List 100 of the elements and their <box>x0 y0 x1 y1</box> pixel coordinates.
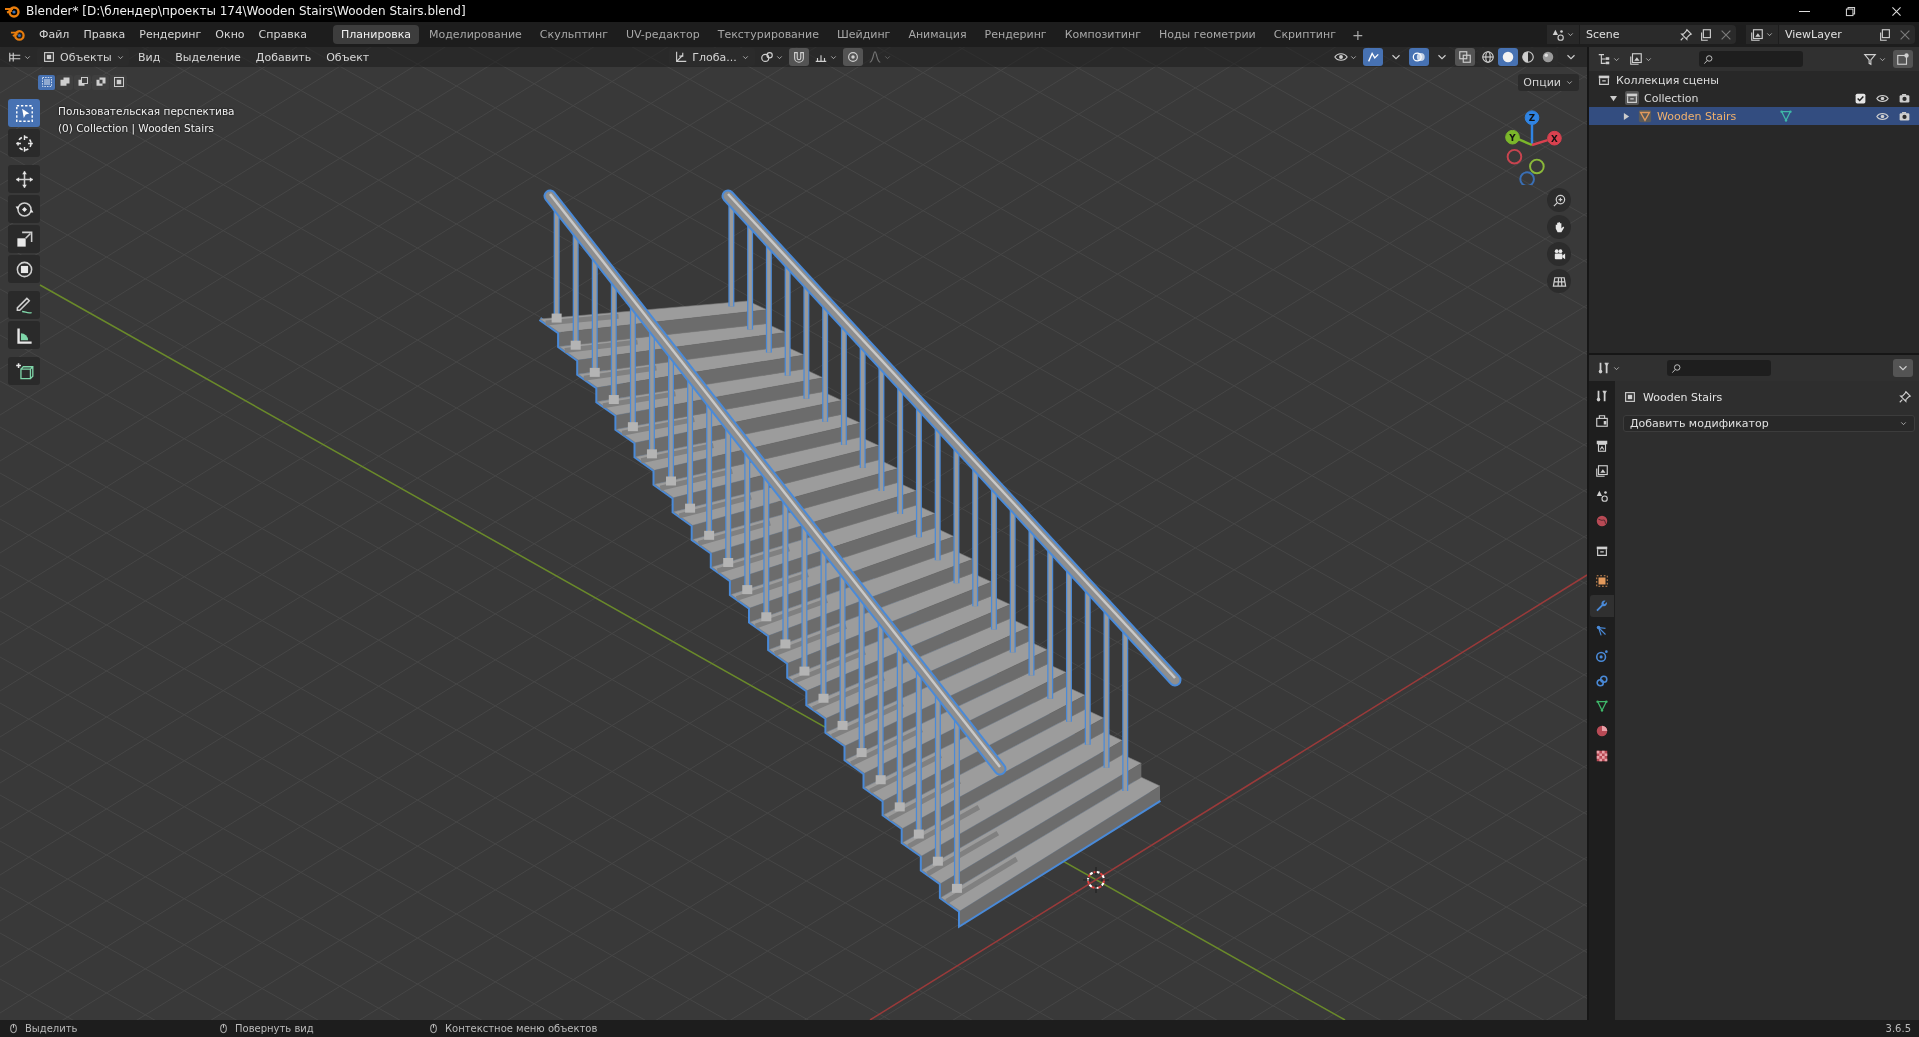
mesh-data-icon <box>1779 109 1794 123</box>
workspace-tab[interactable]: Скульптинг <box>531 25 616 44</box>
copy-icon <box>1878 27 1892 42</box>
axis-handle[interactable]: Y <box>1505 129 1533 147</box>
select-subtract-icon <box>76 76 89 88</box>
tool-button[interactable] <box>8 195 40 223</box>
axis-handle[interactable]: Z <box>1524 110 1540 145</box>
select-mode-button[interactable] <box>38 74 55 90</box>
add-workspace-button[interactable]: + <box>1345 26 1370 43</box>
menu-item[interactable]: Правка <box>77 26 132 43</box>
grid-button[interactable] <box>1547 269 1571 293</box>
outliner-label: Collection <box>1644 91 1699 105</box>
gizmo-button[interactable] <box>1363 48 1383 66</box>
workspace-tab[interactable]: Скриптинг <box>1265 25 1344 44</box>
filter-icon <box>1863 52 1877 66</box>
pencil-icon <box>14 295 34 315</box>
tool-button[interactable] <box>8 321 40 349</box>
select-mode-button[interactable] <box>56 74 73 90</box>
logo-icon <box>4 3 20 19</box>
tool-button[interactable] <box>8 165 40 193</box>
view-layer-type-button[interactable] <box>1746 25 1779 44</box>
tool-button[interactable] <box>8 357 40 385</box>
axis-handle[interactable]: X <box>1531 130 1562 147</box>
menu-item[interactable]: Выделение <box>169 48 247 66</box>
wireframe-sphere-icon <box>1481 50 1495 64</box>
tool-button[interactable] <box>8 225 40 253</box>
workspace-tab[interactable]: Текстурирование <box>709 25 827 44</box>
expand-arrow-icon[interactable] <box>1623 112 1630 120</box>
workspace-tab[interactable]: Планировка <box>333 25 419 44</box>
menu-item[interactable]: Рендеринг <box>133 26 208 43</box>
tool-button[interactable] <box>8 255 40 283</box>
close-icon <box>1889 4 1903 18</box>
menu-item[interactable]: Добавить <box>249 48 318 66</box>
hand-button[interactable] <box>1547 215 1571 239</box>
camera-icon[interactable] <box>1898 109 1911 123</box>
select-new-icon <box>40 76 53 88</box>
tool-button[interactable] <box>8 99 40 127</box>
xray-button[interactable] <box>1455 48 1475 66</box>
view-layer-icon <box>1750 27 1764 42</box>
workspace-tab[interactable]: UV-редактор <box>617 25 708 44</box>
outliner-row[interactable]: Collection <box>1589 89 1919 107</box>
search-field[interactable] <box>1699 51 1803 67</box>
select-mode-button[interactable] <box>92 74 109 90</box>
status-hint: Выделить <box>25 1023 78 1034</box>
shading-button[interactable] <box>1498 48 1518 66</box>
new-collection-button[interactable] <box>1893 50 1913 68</box>
collection-icon <box>1595 544 1609 558</box>
gizmo-icon <box>1366 50 1380 64</box>
magnet-button[interactable] <box>788 48 809 66</box>
workspace-tab[interactable]: Анимация <box>900 25 975 44</box>
select-invert-icon <box>94 76 107 88</box>
cube-icon <box>42 50 56 64</box>
workspace-tab[interactable]: Рендеринг <box>976 25 1055 44</box>
proportional-button[interactable] <box>842 48 863 66</box>
select-mode-button[interactable] <box>74 74 91 90</box>
menu-item[interactable]: Объект <box>320 48 376 66</box>
camera-button[interactable] <box>1547 242 1571 266</box>
menu-item[interactable]: Вид <box>132 48 167 66</box>
search-field[interactable] <box>1667 360 1771 376</box>
printer-icon <box>1595 439 1609 453</box>
outliner-row[interactable]: Wooden Stairs <box>1589 107 1919 125</box>
zoom-button[interactable] <box>1547 188 1571 212</box>
viewport[interactable]: Объекты Вид Выделение Добавить Объект Глоба... Опции Пользовательская перспектива (0) Collection | Wooden Stairs Z Y X <box>0 47 1589 1020</box>
cube-icon <box>1623 390 1637 404</box>
workspace-tab[interactable]: Ноды геометрии <box>1150 25 1264 44</box>
overlay-icon <box>1412 50 1426 64</box>
workspace-tab[interactable]: Композитинг <box>1056 25 1149 44</box>
tool-button[interactable] <box>8 291 40 319</box>
overlay-button[interactable] <box>1409 48 1429 66</box>
rendered-sphere-icon <box>1541 50 1555 64</box>
chevron-button[interactable] <box>1893 359 1913 377</box>
menu-item[interactable]: Файл <box>33 26 76 43</box>
triangle-icon <box>1638 109 1652 123</box>
physics-icon <box>1595 649 1609 663</box>
add-cube-icon <box>14 361 34 381</box>
eye-icon <box>1334 50 1348 64</box>
scene-type-button[interactable] <box>1547 25 1580 44</box>
object-name: Wooden Stairs <box>1643 390 1723 404</box>
pivot-icon <box>759 50 774 64</box>
scale-icon <box>14 229 34 249</box>
select-mode-button[interactable] <box>110 74 127 90</box>
ruler-icon <box>14 325 34 345</box>
axis-handle[interactable] <box>1506 148 1523 165</box>
material-icon <box>1595 724 1609 738</box>
workspace-tab[interactable]: Моделирование <box>421 25 530 44</box>
add-modifier-dropdown[interactable]: Добавить модификатор <box>1623 415 1915 432</box>
axis-handle[interactable] <box>1529 158 1545 175</box>
options-dropdown[interactable]: Опции <box>1518 73 1579 91</box>
camera-icon[interactable] <box>1898 91 1911 105</box>
workspace-tab[interactable]: Шейдинг <box>828 25 899 44</box>
checkbox-icon[interactable] <box>1854 91 1867 105</box>
restore-icon <box>1843 4 1857 18</box>
logo-icon[interactable] <box>10 27 25 42</box>
tool-button[interactable] <box>8 129 40 157</box>
mouse-icon <box>428 1023 439 1034</box>
axis-handle[interactable] <box>1519 171 1535 185</box>
outliner-row[interactable]: Коллекция сцены <box>1589 71 1919 89</box>
menu-item[interactable]: Окно <box>209 26 251 43</box>
collapse-arrow-icon[interactable] <box>1610 94 1617 102</box>
menu-item[interactable]: Справка <box>252 26 314 43</box>
